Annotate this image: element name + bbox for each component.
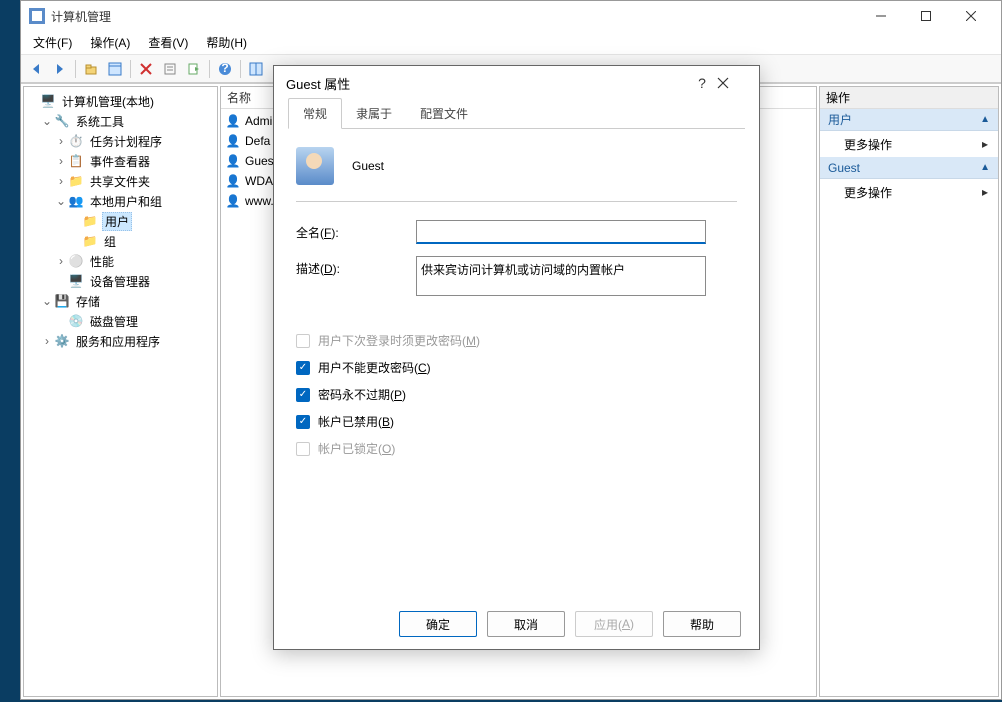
help-button[interactable]: 帮助 xyxy=(663,611,741,637)
menu-view[interactable]: 查看(V) xyxy=(140,32,196,53)
help-button[interactable]: ? xyxy=(214,58,236,80)
tree-pane: 🖥️计算机管理(本地) ⌄🔧系统工具 ›⏱️任务计划程序 ›📋事件查看器 ›📁共… xyxy=(23,86,218,697)
close-button[interactable] xyxy=(948,1,993,31)
view-button[interactable] xyxy=(104,58,126,80)
title-bar: 计算机管理 xyxy=(21,1,1001,31)
tree-services[interactable]: ›⚙️服务和应用程序 xyxy=(26,331,215,351)
svg-text:?: ? xyxy=(221,62,228,75)
tree-systools[interactable]: ⌄🔧系统工具 xyxy=(26,111,215,131)
user-icon xyxy=(296,147,334,185)
dialog-titlebar: Guest 属性 ? xyxy=(274,66,759,100)
tree-localusers[interactable]: ⌄👥本地用户和组 xyxy=(26,191,215,211)
cancel-button[interactable]: 取消 xyxy=(487,611,565,637)
forward-button[interactable] xyxy=(49,58,71,80)
apply-button[interactable]: 应用(A) xyxy=(575,611,653,637)
tree-perf[interactable]: ›⚪性能 xyxy=(26,251,215,271)
chk-must-change: 用户下次登录时须更改密码(M) xyxy=(296,332,737,349)
properties-dialog: Guest 属性 ? 常规 隶属于 配置文件 Guest 全名(F): 描述(D… xyxy=(273,65,760,650)
tree-root[interactable]: 🖥️计算机管理(本地) xyxy=(26,91,215,111)
checkbox-icon xyxy=(296,442,310,456)
chk-disabled[interactable]: ✓ 帐户已禁用(B) xyxy=(296,413,737,430)
dialog-help-button[interactable]: ? xyxy=(687,75,717,91)
refresh-button[interactable] xyxy=(245,58,267,80)
fullname-label: 全名(F): xyxy=(296,220,416,241)
actions-more-2[interactable]: 更多操作▸ xyxy=(820,179,998,205)
tree-users[interactable]: 📁用户 xyxy=(26,211,215,231)
chk-locked: 帐户已锁定(O) xyxy=(296,440,737,457)
actions-more-1[interactable]: 更多操作▸ xyxy=(820,131,998,157)
actions-group-users[interactable]: 用户▲ xyxy=(820,109,998,131)
fullname-input[interactable] xyxy=(416,220,706,244)
properties-button[interactable] xyxy=(159,58,181,80)
chk-never-expire[interactable]: ✓ 密码永不过期(P) xyxy=(296,386,737,403)
description-label: 描述(D): xyxy=(296,256,416,277)
actions-pane: 操作 用户▲ 更多操作▸ Guest▲ 更多操作▸ xyxy=(819,86,999,697)
delete-button[interactable] xyxy=(135,58,157,80)
up-button[interactable] xyxy=(80,58,102,80)
dialog-buttons: 确定 取消 应用(A) 帮助 xyxy=(274,599,759,649)
checkbox-icon[interactable]: ✓ xyxy=(296,388,310,402)
dialog-tabs: 常规 隶属于 配置文件 xyxy=(274,100,759,128)
tree-devmgr[interactable]: 🖥️设备管理器 xyxy=(26,271,215,291)
tree-eventviewer[interactable]: ›📋事件查看器 xyxy=(26,151,215,171)
actions-title: 操作 xyxy=(820,87,998,109)
checkbox-icon xyxy=(296,334,310,348)
actions-group-guest[interactable]: Guest▲ xyxy=(820,157,998,179)
checkbox-icon[interactable]: ✓ xyxy=(296,415,310,429)
app-icon xyxy=(29,8,45,24)
tree-tasksched[interactable]: ›⏱️任务计划程序 xyxy=(26,131,215,151)
menu-action[interactable]: 操作(A) xyxy=(82,32,138,53)
menu-help[interactable]: 帮助(H) xyxy=(198,32,255,53)
menu-file[interactable]: 文件(F) xyxy=(25,32,80,53)
dialog-close-button[interactable] xyxy=(717,77,747,89)
window-title: 计算机管理 xyxy=(51,8,858,25)
dialog-title: Guest 属性 xyxy=(286,74,687,93)
divider xyxy=(296,201,737,202)
export-button[interactable] xyxy=(183,58,205,80)
back-button[interactable] xyxy=(25,58,47,80)
tree-diskmgmt[interactable]: 💿磁盘管理 xyxy=(26,311,215,331)
tab-general[interactable]: 常规 xyxy=(288,98,342,129)
tree-groups[interactable]: 📁组 xyxy=(26,231,215,251)
tree-storage[interactable]: ⌄💾存储 xyxy=(26,291,215,311)
user-name-display: Guest xyxy=(352,159,384,173)
tab-memberof[interactable]: 隶属于 xyxy=(342,99,406,128)
chk-cannot-change[interactable]: ✓ 用户不能更改密码(C) xyxy=(296,359,737,376)
minimize-button[interactable] xyxy=(858,1,903,31)
tab-panel-general: Guest 全名(F): 描述(D): 用户下次登录时须更改密码(M) ✓ 用户… xyxy=(288,128,745,599)
tree-shared[interactable]: ›📁共享文件夹 xyxy=(26,171,215,191)
tab-profile[interactable]: 配置文件 xyxy=(406,99,482,128)
maximize-button[interactable] xyxy=(903,1,948,31)
menu-bar: 文件(F) 操作(A) 查看(V) 帮助(H) xyxy=(21,31,1001,55)
description-input[interactable] xyxy=(416,256,706,296)
ok-button[interactable]: 确定 xyxy=(399,611,477,637)
checkbox-icon[interactable]: ✓ xyxy=(296,361,310,375)
